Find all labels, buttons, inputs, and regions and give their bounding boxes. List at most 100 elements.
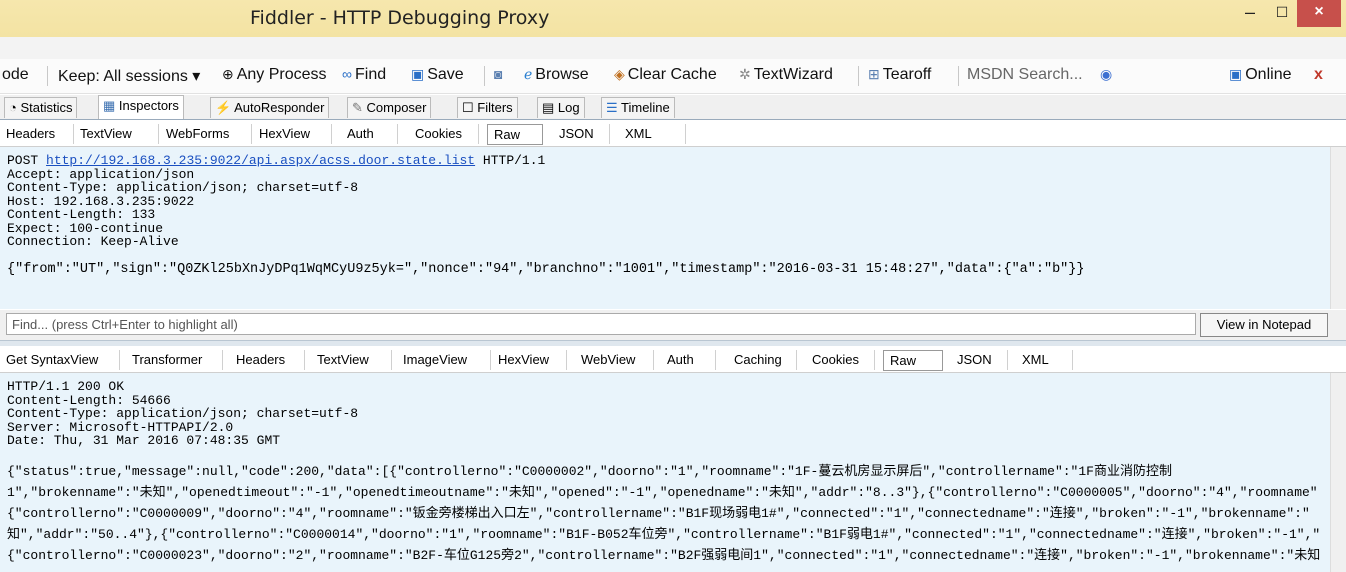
screenshot-button[interactable]: ◙ — [494, 66, 505, 84]
response-body-line: 知","addr":"50..4"},{"controllerno":"C000… — [7, 526, 1321, 542]
tab-composer-label: Composer — [366, 100, 427, 115]
toolbar-separator — [47, 66, 48, 86]
tab-composer[interactable]: ✎ Composer — [347, 97, 432, 118]
request-tab-cookies[interactable]: Cookies — [409, 124, 479, 144]
response-tab-transformer[interactable]: Transformer — [126, 350, 223, 370]
text-wizard-button[interactable]: ✲ TextWizard — [739, 66, 833, 84]
save-button[interactable]: ▣ Save — [411, 66, 464, 84]
request-tab-raw[interactable]: Raw — [487, 124, 543, 145]
request-tab-auth[interactable]: Auth — [341, 124, 398, 144]
tab-log[interactable]: ▤ Log — [537, 97, 585, 118]
statistics-icon: ◔ — [9, 100, 21, 115]
response-tab-caching[interactable]: Caching — [728, 350, 797, 370]
pencil-icon: ✎ — [352, 100, 367, 115]
binoculars-icon: ∞ — [342, 66, 352, 82]
response-tab-textview[interactable]: TextView — [311, 350, 392, 370]
tab-statistics-label: Statistics — [20, 100, 73, 115]
close-toolbar-button[interactable]: x — [1314, 66, 1323, 84]
save-icon: ▣ — [411, 66, 425, 82]
window-title: Fiddler - HTTP Debugging Proxy — [250, 7, 550, 29]
response-body-line: {"controllerno":"C0000023","doorno":"2",… — [7, 547, 1321, 563]
tab-filters-label: Filters — [477, 100, 513, 115]
tab-autoresponder-label: AutoResponder — [234, 100, 325, 115]
browse-button[interactable]: ℯ Browse — [524, 66, 589, 84]
request-raw-text: POST http://192.168.3.235:9022/api.aspx/… — [0, 154, 1330, 249]
response-body-line: 1","brokenname":"未知","openedtimeout":"-1… — [7, 484, 1318, 500]
help-icon: ◉ — [1100, 66, 1113, 82]
text-wizard-label: TextWizard — [753, 66, 833, 83]
view-in-notepad-button[interactable]: View in Notepad — [1200, 313, 1328, 337]
tab-log-label: Log — [557, 100, 580, 115]
response-tab-headers[interactable]: Headers — [230, 350, 305, 370]
online-label: Online — [1245, 66, 1292, 83]
request-scrollbar[interactable] — [1330, 147, 1346, 309]
toolbar: ode Keep: All sessions ▾ ⊕ Any Process ∞ F… — [0, 59, 1346, 94]
response-tab-auth[interactable]: Auth — [661, 350, 716, 370]
find-button[interactable]: ∞ Find — [342, 66, 386, 84]
response-tab-hexview[interactable]: HexView — [492, 350, 567, 370]
request-body-text: {"from":"UT","sign":"Q0ZKl25bXnJyDPq1WqM… — [7, 261, 1085, 277]
response-tab-imageview[interactable]: ImageView — [397, 350, 491, 370]
tab-filters[interactable]: ☐ Filters — [457, 97, 518, 118]
response-tab-json[interactable]: JSON — [951, 350, 1008, 370]
response-body-line: {"status":true,"message":null,"code":200… — [7, 463, 1172, 479]
any-process-label: Any Process — [236, 66, 327, 83]
toolbar-separator — [958, 66, 959, 86]
request-tab-textview[interactable]: TextView — [74, 124, 159, 144]
msdn-search-button[interactable]: ◉ — [1100, 66, 1115, 84]
response-raw-pane[interactable]: HTTP/1.1 200 OK Content-Length: 54666 Co… — [0, 373, 1330, 572]
response-tab-webview[interactable]: WebView — [575, 350, 654, 370]
keep-sessions-dropdown[interactable]: Keep: All sessions ▾ — [58, 66, 200, 86]
tab-inspectors[interactable]: ▦ Inspectors — [98, 95, 184, 119]
tab-inspectors-label: Inspectors — [118, 98, 179, 113]
response-scrollbar[interactable] — [1330, 373, 1346, 572]
msdn-search-input[interactable]: MSDN Search... — [967, 63, 1087, 87]
timeline-icon: ☰ — [606, 100, 622, 115]
log-icon: ▤ — [542, 100, 558, 115]
find-bar: Find... (press Ctrl+Enter to highlight a… — [0, 310, 1346, 340]
crosshair-icon: ⊕ — [222, 66, 234, 82]
tab-timeline-label: Timeline — [621, 100, 670, 115]
main-tabs: ◔ Statistics ▦ Inspectors ⚡ AutoResponde… — [0, 95, 1346, 120]
browser-icon: ℯ — [524, 66, 533, 82]
title-bar: Fiddler - HTTP Debugging Proxy – ☐ × — [0, 0, 1346, 37]
tab-autoresponder[interactable]: ⚡ AutoResponder — [210, 97, 330, 118]
network-icon: ▣ — [1229, 66, 1243, 82]
any-process-button[interactable]: ⊕ Any Process — [222, 66, 327, 84]
response-header-line: Date: Thu, 31 Mar 2016 07:48:35 GMT — [7, 433, 281, 448]
response-raw-headers: HTTP/1.1 200 OK Content-Length: 54666 Co… — [0, 380, 1330, 448]
tearoff-button[interactable]: ⊞ Tearoff — [868, 66, 931, 84]
request-inspector-tabs: Headers TextView WebForms HexView Auth C… — [0, 120, 1346, 147]
request-tab-xml[interactable]: XML — [619, 124, 686, 144]
response-tab-cookies[interactable]: Cookies — [806, 350, 875, 370]
clear-cache-button[interactable]: ◈ Clear Cache — [614, 66, 717, 84]
minimize-button[interactable]: – — [1233, 0, 1267, 27]
tearoff-icon: ⊞ — [868, 66, 880, 82]
menu-bar — [0, 37, 1346, 59]
response-inspector-tabs: Get SyntaxView Transformer Headers TextV… — [0, 346, 1346, 373]
request-raw-pane[interactable]: POST http://192.168.3.235:9022/api.aspx/… — [0, 147, 1330, 309]
close-button[interactable]: × — [1297, 0, 1341, 27]
decode-button[interactable]: ode — [2, 66, 29, 84]
response-tab-xml[interactable]: XML — [1016, 350, 1073, 370]
request-tab-headers[interactable]: Headers — [0, 124, 74, 144]
clear-cache-icon: ◈ — [614, 66, 625, 82]
browse-label: Browse — [535, 66, 589, 83]
response-tab-raw[interactable]: Raw — [883, 350, 943, 371]
response-tab-syntaxview[interactable]: Get SyntaxView — [0, 350, 120, 370]
lightning-icon: ⚡ — [215, 100, 235, 115]
online-indicator[interactable]: ▣ Online — [1229, 66, 1291, 84]
maximize-button[interactable]: ☐ — [1267, 0, 1297, 27]
tearoff-label: Tearoff — [882, 66, 932, 83]
request-tab-json[interactable]: JSON — [553, 124, 610, 144]
request-tab-webforms[interactable]: WebForms — [160, 124, 252, 144]
response-body-line: {"controllerno":"C0000009","doorno":"4",… — [7, 505, 1310, 521]
clear-cache-label: Clear Cache — [627, 66, 717, 83]
tab-statistics[interactable]: ◔ Statistics — [4, 97, 78, 118]
inspectors-icon: ▦ — [103, 98, 119, 113]
request-tab-hexview[interactable]: HexView — [253, 124, 332, 144]
find-input[interactable]: Find... (press Ctrl+Enter to highlight a… — [6, 313, 1196, 335]
tab-timeline[interactable]: ☰ Timeline — [601, 97, 675, 118]
toolbar-separator — [484, 66, 485, 86]
response-body-text: {"status":true,"message":null,"code":200… — [0, 461, 1330, 566]
